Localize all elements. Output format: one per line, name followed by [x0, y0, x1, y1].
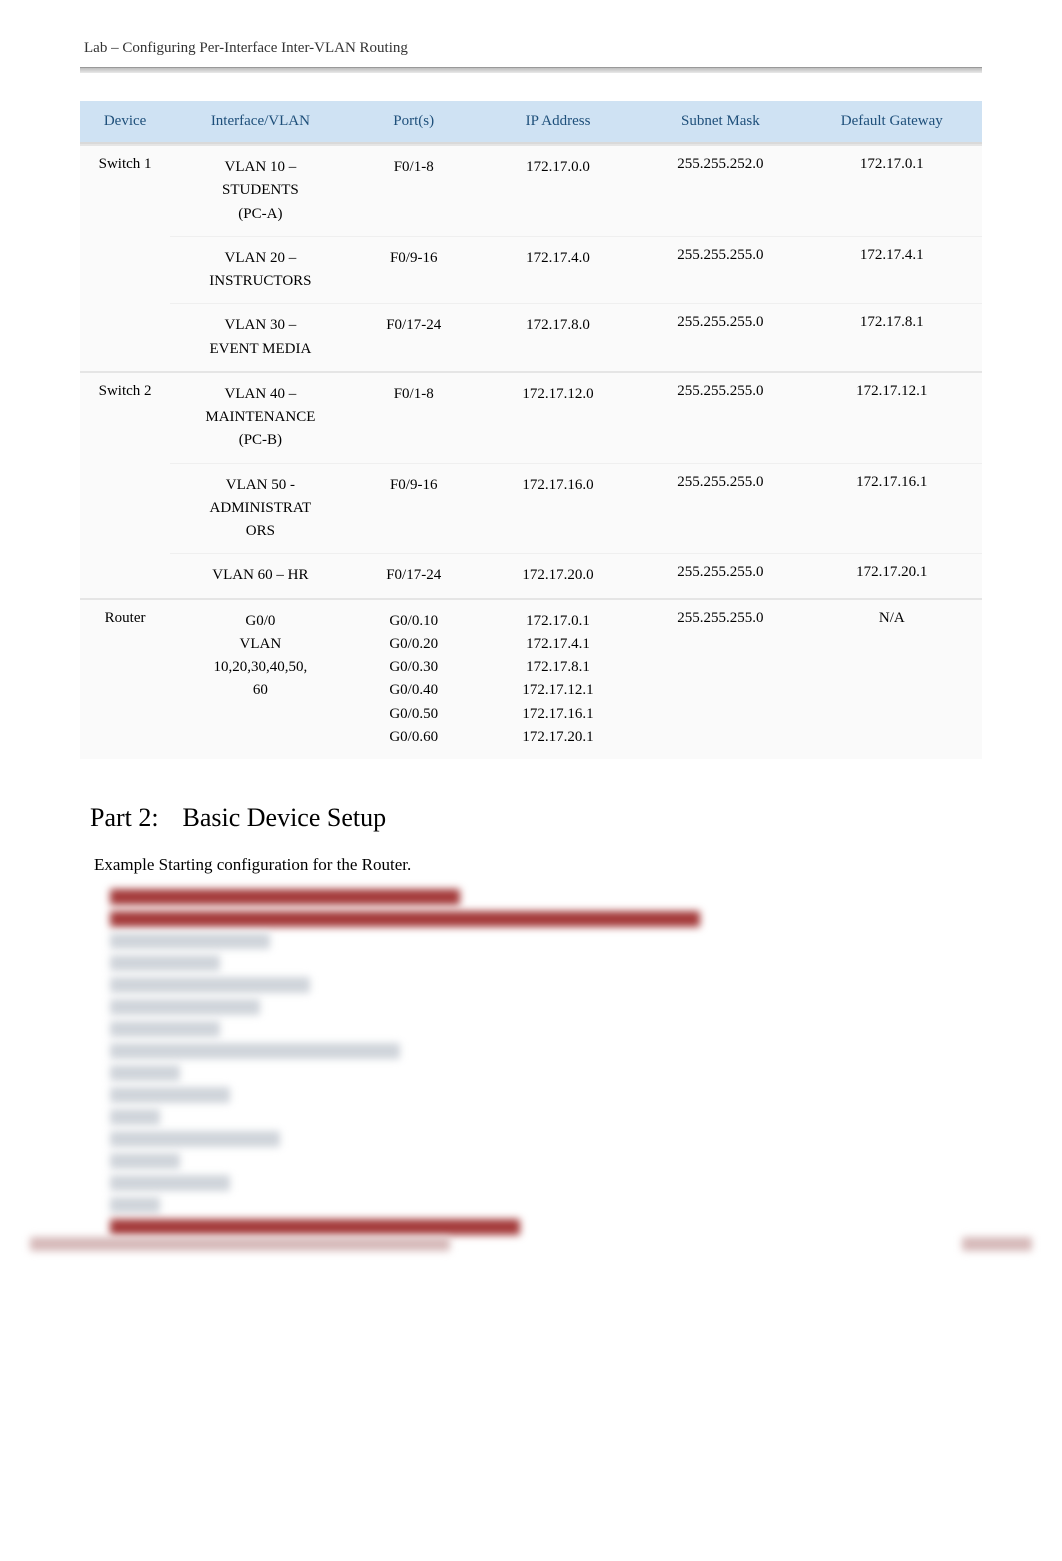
cell-mask: 255.255.255.0 — [639, 598, 801, 760]
cell-interface: VLAN 10 – STUDENTS (PC-A) — [170, 144, 350, 236]
cell-ip: 172.17.16.0 — [477, 463, 639, 554]
col-ports: Port(s) — [351, 101, 477, 144]
cell-gateway: 172.17.16.1 — [802, 463, 982, 554]
cell-mask: 255.255.252.0 — [639, 144, 801, 236]
table-row: RouterG0/0 VLAN 10,20,30,40,50, 60G0/0.1… — [80, 598, 982, 760]
cell-mask: 255.255.255.0 — [639, 553, 801, 597]
cell-device — [80, 303, 170, 371]
col-gateway: Default Gateway — [802, 101, 982, 144]
section-partnum: Part 2: — [90, 803, 176, 833]
cell-ip: 172.17.4.0 — [477, 236, 639, 304]
obscured-line — [110, 889, 460, 905]
cell-ports: F0/17-24 — [351, 553, 477, 597]
cell-ports: F0/1-8 — [351, 371, 477, 463]
col-device: Device — [80, 101, 170, 144]
cell-gateway: 172.17.12.1 — [802, 371, 982, 463]
cell-interface: VLAN 60 – HR — [170, 553, 350, 597]
obscured-line — [110, 933, 270, 949]
cell-interface: VLAN 40 – MAINTENANCE (PC-B) — [170, 371, 350, 463]
header-rule — [80, 67, 982, 73]
page-header: Lab – Configuring Per-Interface Inter-VL… — [30, 40, 1032, 63]
example-intro: Example Starting configuration for the R… — [94, 855, 1032, 875]
cell-interface: VLAN 30 – EVENT MEDIA — [170, 303, 350, 371]
cell-ip: 172.17.20.0 — [477, 553, 639, 597]
cell-device: Switch 1 — [80, 144, 170, 236]
table-row: VLAN 50 - ADMINISTRAT ORSF0/9-16172.17.1… — [80, 463, 982, 554]
cell-gateway: 172.17.4.1 — [802, 236, 982, 304]
cell-ip: 172.17.8.0 — [477, 303, 639, 371]
obscured-line — [110, 1021, 220, 1037]
cell-mask: 255.255.255.0 — [639, 371, 801, 463]
obscured-line — [110, 999, 260, 1015]
table-row: Switch 1VLAN 10 – STUDENTS (PC-A)F0/1-81… — [80, 144, 982, 236]
cell-interface: G0/0 VLAN 10,20,30,40,50, 60 — [170, 598, 350, 760]
cell-gateway: 172.17.0.1 — [802, 144, 982, 236]
obscured-content — [110, 889, 968, 1235]
cell-gateway: 172.17.8.1 — [802, 303, 982, 371]
footer-left-blur — [30, 1237, 450, 1251]
cell-device: Switch 2 — [80, 371, 170, 463]
cell-device — [80, 463, 170, 554]
cell-device: Router — [80, 598, 170, 760]
obscured-line — [110, 1197, 160, 1213]
obscured-line — [110, 1175, 230, 1191]
cell-ports: F0/9-16 — [351, 236, 477, 304]
cell-ports: F0/17-24 — [351, 303, 477, 371]
cell-device — [80, 553, 170, 597]
section-heading: Part 2: Basic Device Setup — [90, 803, 1032, 833]
obscured-line — [110, 1065, 180, 1081]
cell-ports: F0/1-8 — [351, 144, 477, 236]
cell-ports: F0/9-16 — [351, 463, 477, 554]
table-row: VLAN 30 – EVENT MEDIAF0/17-24172.17.8.02… — [80, 303, 982, 371]
addressing-table: Device Interface/VLAN Port(s) IP Address… — [80, 101, 982, 759]
cell-ports: G0/0.10 G0/0.20 G0/0.30 G0/0.40 G0/0.50 … — [351, 598, 477, 760]
obscured-line — [110, 1109, 160, 1125]
table-header-row: Device Interface/VLAN Port(s) IP Address… — [80, 101, 982, 144]
cell-gateway: N/A — [802, 598, 982, 760]
footer-right-blur — [962, 1237, 1032, 1251]
cell-mask: 255.255.255.0 — [639, 463, 801, 554]
cell-ip: 172.17.0.0 — [477, 144, 639, 236]
obscured-line — [110, 1087, 230, 1103]
cell-mask: 255.255.255.0 — [639, 236, 801, 304]
table-row: Switch 2VLAN 40 – MAINTENANCE (PC-B)F0/1… — [80, 371, 982, 463]
cell-mask: 255.255.255.0 — [639, 303, 801, 371]
cell-device — [80, 236, 170, 304]
page-footer — [30, 1237, 1032, 1251]
col-ip: IP Address — [477, 101, 639, 144]
lab-title: Lab – Configuring Per-Interface Inter-VL… — [84, 40, 408, 56]
obscured-line — [110, 955, 220, 971]
cell-ip: 172.17.12.0 — [477, 371, 639, 463]
table-row: VLAN 60 – HRF0/17-24172.17.20.0255.255.2… — [80, 553, 982, 597]
cell-gateway: 172.17.20.1 — [802, 553, 982, 597]
col-mask: Subnet Mask — [639, 101, 801, 144]
col-iface: Interface/VLAN — [170, 101, 350, 144]
obscured-line — [110, 1219, 520, 1235]
cell-interface: VLAN 50 - ADMINISTRAT ORS — [170, 463, 350, 554]
obscured-line — [110, 911, 700, 927]
cell-ip: 172.17.0.1 172.17.4.1 172.17.8.1 172.17.… — [477, 598, 639, 760]
obscured-line — [110, 1043, 400, 1059]
obscured-line — [110, 1131, 280, 1147]
table-row: VLAN 20 – INSTRUCTORSF0/9-16172.17.4.025… — [80, 236, 982, 304]
cell-interface: VLAN 20 – INSTRUCTORS — [170, 236, 350, 304]
obscured-line — [110, 977, 310, 993]
obscured-line — [110, 1153, 180, 1169]
section-title: Basic Device Setup — [183, 803, 387, 832]
